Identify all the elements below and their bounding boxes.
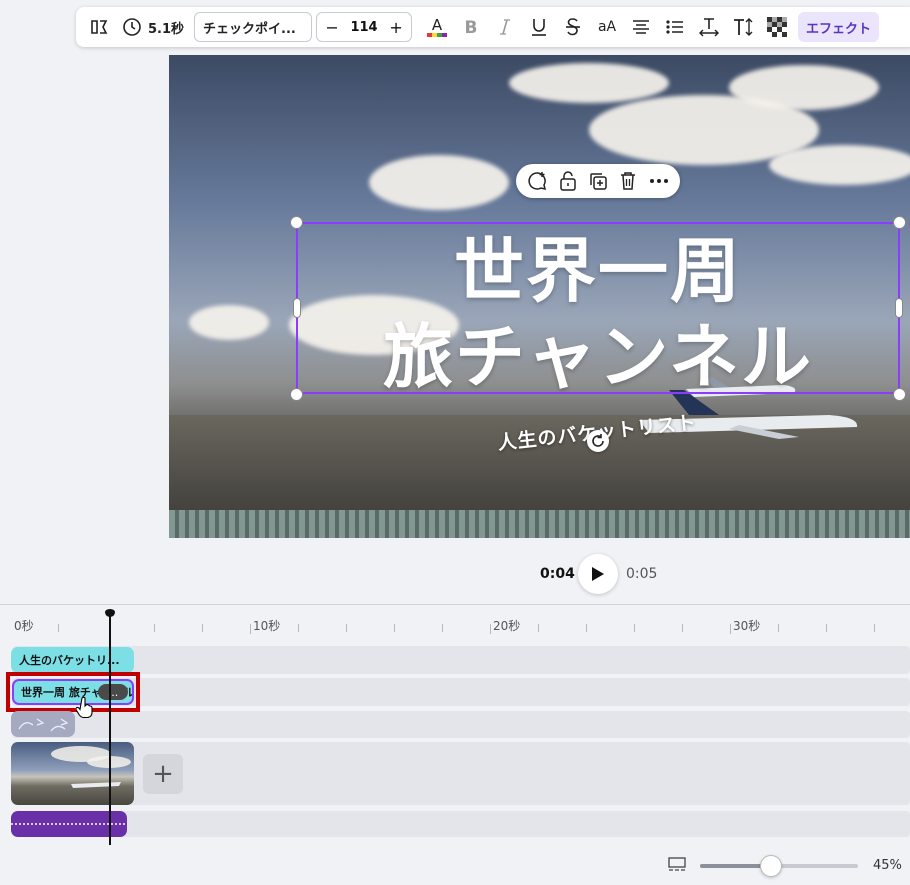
fence	[169, 510, 910, 538]
tick	[682, 624, 683, 632]
font-size-value[interactable]: 114	[347, 20, 381, 35]
audio-track	[12, 811, 910, 837]
cloud	[729, 65, 879, 110]
more-options-icon[interactable]	[646, 168, 672, 194]
resize-handle-bottom-right[interactable]	[893, 388, 906, 401]
tick	[490, 624, 491, 634]
text-track-1	[12, 646, 910, 674]
video-thumbnail	[51, 746, 131, 788]
current-time: 0:04	[540, 566, 575, 582]
tick	[634, 624, 635, 632]
zoom-value: 45%	[873, 858, 902, 873]
flip-icon[interactable]	[82, 11, 116, 43]
tick	[730, 624, 731, 634]
airplane-sticker-icon	[18, 718, 69, 732]
subtitle-clip[interactable]: 人生のバケットリ...	[11, 647, 134, 673]
tick	[346, 624, 347, 632]
clock-icon	[123, 18, 141, 36]
timeline-divider	[0, 604, 910, 605]
tick	[250, 624, 251, 634]
svg-text:B: B	[465, 18, 478, 36]
lock-icon[interactable]	[555, 168, 581, 194]
strikethrough-icon[interactable]	[556, 11, 590, 43]
tick	[394, 624, 395, 632]
cloud	[189, 305, 269, 340]
list-icon[interactable]	[658, 11, 692, 43]
hand-cursor-icon	[76, 696, 93, 718]
font-size-increase-button[interactable]: +	[381, 18, 411, 37]
trash-icon[interactable]	[615, 168, 641, 194]
tick-label-0: 0秒	[14, 619, 34, 633]
duplicate-icon[interactable]	[585, 168, 611, 194]
tick-label-10: 10秒	[253, 619, 281, 633]
text-color-icon[interactable]: A	[420, 11, 454, 43]
video-clip[interactable]	[11, 742, 134, 805]
play-button[interactable]	[578, 554, 618, 594]
playhead[interactable]	[109, 612, 111, 845]
tick	[826, 624, 827, 632]
cloud	[769, 145, 910, 185]
cloud	[369, 155, 509, 210]
text-toolbar: 5.1秒 チェックポイ... − 114 + A B aA エフェクト	[76, 7, 910, 47]
tick	[154, 624, 155, 632]
text-track-2	[12, 678, 910, 706]
resize-handle-top-left[interactable]	[290, 216, 303, 229]
tick	[586, 624, 587, 632]
font-size-stepper: − 114 +	[316, 12, 413, 42]
svg-text:A: A	[432, 16, 443, 34]
sticker-track	[12, 711, 910, 738]
tick	[442, 624, 443, 632]
cloud	[509, 63, 669, 103]
resize-handle-left[interactable]	[293, 298, 301, 318]
selection-box	[296, 222, 900, 394]
element-quick-actions	[516, 164, 680, 198]
tick	[298, 624, 299, 632]
bold-icon[interactable]: B	[454, 11, 488, 43]
clip-more-button[interactable]: ...	[98, 684, 128, 700]
sticker-clip[interactable]	[11, 711, 75, 737]
zoom-slider-handle[interactable]	[760, 855, 783, 877]
tick	[874, 624, 875, 632]
playhead-handle[interactable]	[105, 609, 115, 617]
underline-icon[interactable]	[522, 11, 556, 43]
comment-add-icon[interactable]	[524, 168, 550, 194]
letter-spacing-icon[interactable]	[692, 11, 726, 43]
total-time: 0:05	[626, 566, 658, 582]
font-size-decrease-button[interactable]: −	[317, 18, 347, 37]
tick-label-20: 20秒	[493, 619, 521, 633]
text-height-icon[interactable]	[726, 11, 760, 43]
italic-icon[interactable]	[488, 11, 522, 43]
duration-button[interactable]: 5.1秒	[116, 11, 190, 43]
add-clip-button[interactable]: +	[143, 754, 183, 794]
tick	[778, 624, 779, 632]
tick	[538, 624, 539, 632]
duration-value: 5.1秒	[148, 21, 185, 37]
rotate-icon[interactable]	[587, 430, 609, 452]
tick	[202, 624, 203, 632]
resize-handle-right[interactable]	[895, 298, 903, 318]
timeline-view-icon[interactable]	[668, 856, 686, 874]
font-selector[interactable]: チェックポイ...	[194, 12, 313, 42]
play-icon	[592, 567, 604, 581]
tick-label-30: 30秒	[733, 619, 761, 633]
resize-handle-top-right[interactable]	[893, 216, 906, 229]
align-center-icon[interactable]	[624, 11, 658, 43]
effects-button[interactable]: エフェクト	[798, 12, 880, 42]
resize-handle-bottom-left[interactable]	[290, 388, 303, 401]
tick	[58, 624, 59, 632]
letter-case-button[interactable]: aA	[590, 11, 624, 43]
transparency-icon[interactable]	[760, 11, 794, 43]
